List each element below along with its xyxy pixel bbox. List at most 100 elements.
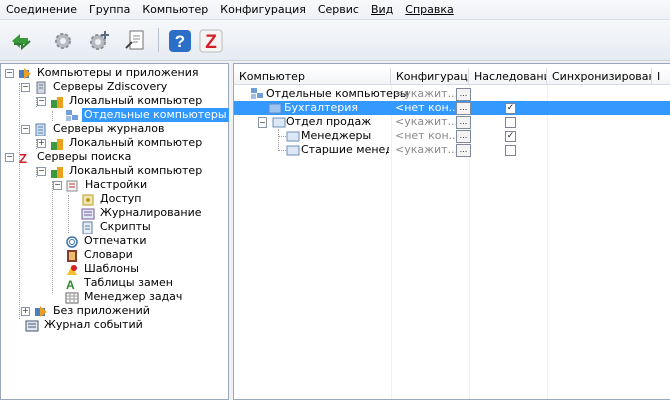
inherit-checkbox[interactable]: ✓	[505, 131, 516, 142]
settings-icon	[66, 180, 78, 191]
add-settings-button[interactable]	[84, 26, 114, 56]
tree-item-no-apps[interactable]: + Без приложений	[21, 304, 152, 318]
collapse-toggle[interactable]: −	[37, 96, 46, 106]
collapse-toggle[interactable]: −	[5, 68, 14, 78]
inherit-checkbox[interactable]	[505, 117, 516, 128]
tree-item-local-computer[interactable]: + Локальный компьютер	[37, 136, 204, 150]
local-computer-icon	[51, 96, 63, 108]
menu-view[interactable]: Вид	[365, 3, 399, 16]
svg-text:?: ?	[175, 32, 185, 51]
inherit-checkbox[interactable]: ✓	[505, 103, 516, 114]
config-picker-button[interactable]: ...	[456, 88, 471, 101]
tree-item-journal-servers[interactable]: − Серверы журналов	[21, 122, 166, 136]
tree-item-label: Локальный компьютер	[69, 164, 203, 177]
access-icon	[82, 194, 94, 205]
tree-item-label: Шаблоны	[84, 262, 139, 275]
navigation-tree-panel: − Компьютеры и приложения − Серверы Zdis…	[0, 63, 229, 400]
tree-item-search-servers[interactable]: − Z Серверы поиска	[5, 150, 133, 164]
menu-service[interactable]: Сервис	[312, 3, 365, 16]
row-icon-cell	[286, 143, 300, 157]
tree-connector	[52, 111, 53, 121]
tree-item-label: Серверы поиска	[37, 150, 132, 163]
column-header-configuration[interactable]: Конфигурация	[391, 68, 469, 85]
column-header-extra[interactable]: I	[652, 68, 670, 85]
column-header-inheritance[interactable]: Наследование	[469, 68, 547, 85]
folder-icon	[272, 117, 286, 128]
config-value: <нет кон...	[395, 101, 460, 114]
collapse-toggle[interactable]: −	[5, 152, 14, 162]
tree-item-label: Журналирование	[100, 206, 202, 219]
no-apps-icon	[35, 305, 47, 317]
menu-configuration[interactable]: Конфигурация	[214, 3, 312, 16]
tree-item-label: Доступ	[100, 192, 142, 205]
tree-item-task-manager[interactable]: Менеджер задач	[65, 290, 184, 304]
fingerprint-icon	[66, 235, 78, 248]
tree-item-logging[interactable]: Журналирование	[81, 206, 204, 220]
computer-name: Отдельные компьютеры	[266, 87, 409, 100]
collapse-toggle[interactable]: −	[37, 166, 46, 176]
tree-item-settings[interactable]: − Настройки	[53, 178, 149, 192]
config-value: <укажит...	[395, 87, 459, 100]
column-header-computer[interactable]: Компьютер	[234, 68, 391, 85]
table-row[interactable]: − Отдел продаж <укажит... ...	[234, 115, 670, 129]
tree-item-scripts[interactable]: Скрипты	[81, 220, 153, 234]
collapse-toggle[interactable]: −	[21, 124, 30, 134]
row-expander-cell: −	[258, 115, 271, 129]
zdiscovery-button[interactable]: Z	[196, 26, 226, 56]
menu-connection[interactable]: Соединение	[0, 3, 83, 16]
config-picker-button[interactable]: ...	[456, 144, 471, 157]
tree-item-label: Отдельные компьютеры	[82, 108, 229, 122]
local-computer-icon	[51, 138, 63, 150]
tree-item-separate-computers[interactable]: Отдельные компьютеры	[65, 108, 229, 122]
local-computer-icon	[51, 166, 63, 178]
tree-item-access[interactable]: Доступ	[81, 192, 143, 206]
tree-item-local-computer[interactable]: − Локальный компьютер	[37, 164, 204, 178]
table-row[interactable]: Менеджеры <нет кон... ... ✓	[234, 129, 670, 143]
tree-item-computers-apps[interactable]: − Компьютеры и приложения	[5, 66, 200, 80]
menu-group[interactable]: Группа	[83, 3, 136, 16]
expand-toggle[interactable]: +	[37, 138, 46, 148]
expand-toggle[interactable]: +	[21, 306, 30, 316]
document-button[interactable]	[120, 26, 150, 56]
collapse-toggle[interactable]: −	[53, 180, 62, 190]
table-row[interactable]: Отдельные компьютеры <укажит... ...	[234, 87, 670, 101]
tree-item-replace-tables[interactable]: A Таблицы замен	[65, 276, 175, 290]
svg-text:Z: Z	[205, 32, 217, 53]
tree-connector	[19, 83, 20, 319]
menu-computer[interactable]: Компьютер	[136, 3, 214, 16]
computer-name: Менеджеры	[301, 129, 372, 142]
replace-table-icon: A	[66, 278, 75, 290]
collapse-toggle[interactable]: −	[258, 117, 267, 128]
grid-tree-connector	[278, 129, 279, 151]
config-picker-button[interactable]: ...	[456, 116, 471, 129]
tree-item-templates[interactable]: Шаблоны	[65, 262, 141, 276]
help-icon: ?	[169, 30, 191, 52]
tree-item-local-computer[interactable]: − Локальный компьютер	[37, 94, 204, 108]
tree-item-label: Таблицы замен	[84, 276, 173, 289]
config-picker-button[interactable]: ...	[456, 102, 471, 115]
tree-item-event-log[interactable]: Журнал событий	[25, 318, 145, 332]
config-picker-button[interactable]: ...	[456, 130, 471, 143]
row-icon-cell	[272, 115, 286, 129]
config-value: <нет кон...	[395, 129, 460, 142]
gear-icon	[55, 33, 71, 49]
computers-grid: Компьютер Конфигурация Наследование Синх…	[233, 63, 670, 400]
scripts-icon	[82, 221, 93, 234]
grid-tree-connector	[278, 150, 286, 151]
column-header-synchronized[interactable]: Синхронизировано	[547, 68, 652, 85]
inherit-checkbox[interactable]	[505, 145, 516, 156]
settings-button[interactable]	[48, 26, 78, 56]
event-log-icon	[25, 320, 39, 331]
tree-item-label: Серверы Zdiscovery	[53, 80, 168, 93]
tree-item-dictionaries[interactable]: Словари	[65, 248, 135, 262]
refresh-button[interactable]	[6, 26, 36, 56]
tree-item-zdiscovery-servers[interactable]: − Серверы Zdiscovery	[21, 80, 169, 94]
tree-item-fingerprints[interactable]: Отпечатки	[65, 234, 148, 248]
help-button[interactable]: ?	[165, 26, 195, 56]
collapse-toggle[interactable]: −	[21, 82, 30, 92]
refresh-icon	[12, 34, 31, 51]
menu-help[interactable]: Справка	[399, 3, 459, 16]
table-row[interactable]: Бухгалтерия <нет кон... ... ✓	[234, 101, 670, 115]
folder-icon	[268, 103, 282, 114]
table-row[interactable]: Старшие менедж... <укажит... ...	[234, 143, 670, 157]
